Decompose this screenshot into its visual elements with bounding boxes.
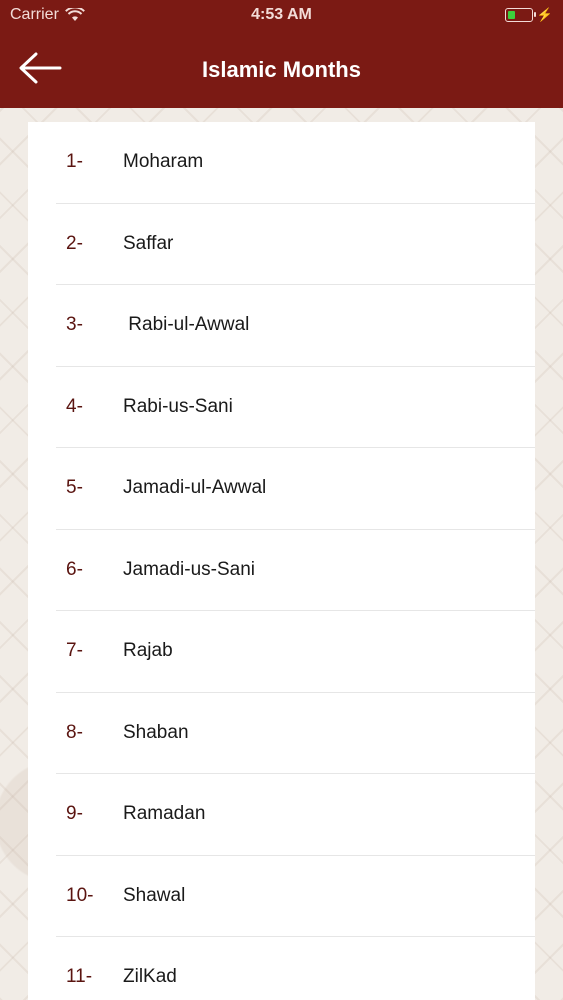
- app-header: Carrier 4:53 AM ⚡ Islamic Months: [0, 0, 563, 108]
- list-item[interactable]: 4- Rabi-us-Sani: [56, 367, 535, 448]
- month-name: Ramadan: [123, 803, 206, 825]
- month-number: 2-: [66, 232, 83, 254]
- month-name: Shawal: [123, 884, 186, 906]
- months-list: 1- Moharam 2- Saffar 3- Rabi-ul-Awwal 4- Rabi-…: [28, 122, 535, 1000]
- month-number: 3-: [66, 314, 83, 336]
- month-number: 9-: [66, 803, 83, 825]
- month-number: 6-: [66, 558, 83, 580]
- list-item[interactable]: 8- Shaban: [56, 693, 535, 774]
- month-name: Jamadi-us-Sani: [123, 558, 255, 580]
- month-name: Rabi-us-Sani: [123, 395, 233, 417]
- status-time: 4:53 AM: [251, 6, 312, 23]
- month-number: 8-: [66, 721, 83, 743]
- month-number: 1-: [66, 151, 83, 173]
- month-name: Jamadi-ul-Awwal: [123, 477, 267, 499]
- list-item[interactable]: 2- Saffar: [56, 204, 535, 285]
- status-bar: Carrier 4:53 AM ⚡: [0, 0, 563, 30]
- month-name: Shaban: [123, 721, 189, 743]
- charging-bolt-icon: ⚡: [536, 7, 553, 22]
- month-number: 11-: [66, 966, 93, 988]
- list-item[interactable]: 9- Ramadan: [56, 774, 535, 856]
- list-item[interactable]: 7- Rajab: [56, 611, 535, 693]
- battery-icon: [504, 8, 536, 22]
- month-number: 5-: [66, 477, 83, 499]
- month-name: Rajab: [123, 640, 173, 662]
- list-item[interactable]: 5- Jamadi-ul-Awwal: [56, 448, 535, 530]
- list-item[interactable]: 10- Shawal: [56, 856, 535, 937]
- month-name: Saffar: [123, 232, 174, 254]
- battery-indicator: ⚡: [504, 7, 553, 23]
- month-number: 4-: [66, 395, 83, 417]
- month-name: ZilKad: [123, 966, 177, 988]
- month-name: Moharam: [123, 151, 204, 173]
- list-item[interactable]: 11- ZilKad: [56, 937, 535, 1000]
- list-item[interactable]: 6- Jamadi-us-Sani: [56, 530, 535, 611]
- month-number: 10-: [66, 884, 94, 906]
- list-item[interactable]: 3- Rabi-ul-Awwal: [56, 285, 535, 367]
- month-name: Rabi-ul-Awwal: [123, 314, 250, 336]
- month-number: 7-: [66, 640, 83, 662]
- page-title: Islamic Months: [202, 57, 361, 82]
- list-item[interactable]: 1- Moharam: [56, 122, 535, 204]
